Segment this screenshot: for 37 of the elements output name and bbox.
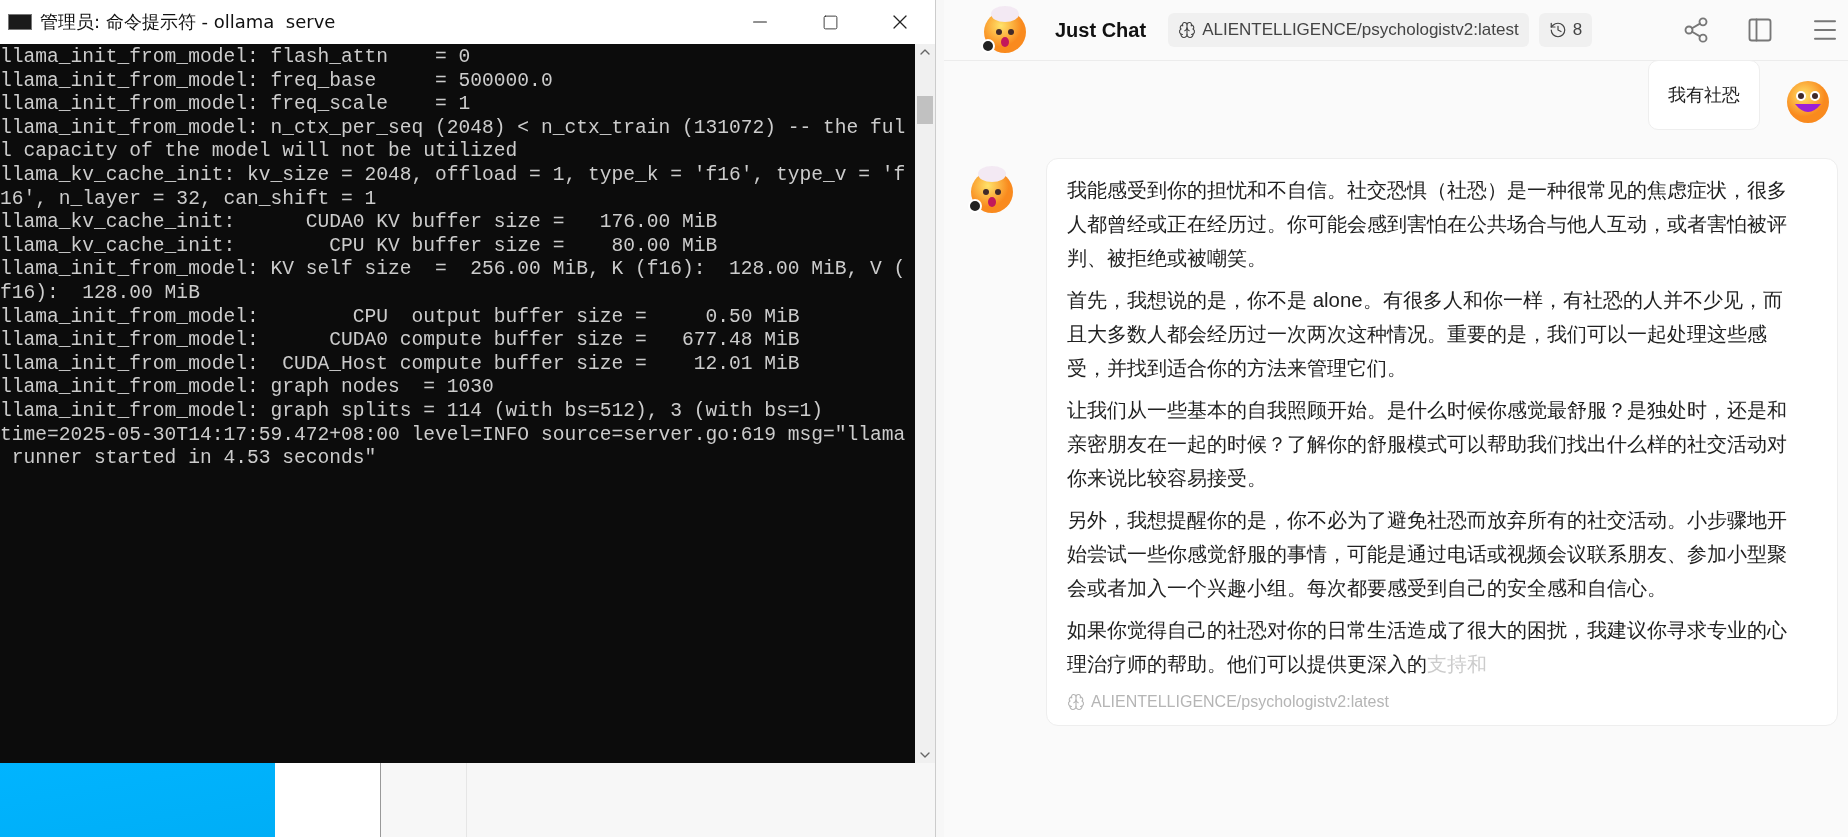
console-line: llama_init_from_model: graph splits = 114 (with bs=512), 3 (with bs=1) [0, 399, 825, 424]
console-line: llama_init_from_model: freq_scale = 1 [0, 93, 472, 117]
message-paragraph: 首先，我想说的是，你不是 alone。有很多人和你一样，有社恐的人并不少见，而且大多数人都会经历过一次两次这种情况。重要的是，我们可以一起处理这些感受，并找到适合你的方法来管理它们。 [1067, 288, 1784, 381]
console-line: llama_init_from_model: KV self size = 256.00 MiB, K (f16): 128.00 MiB, V ( [0, 258, 907, 282]
message-paragraph: 另外，我想提醒你的是，你不必为了避免社恐而放弃所有的社交活动。小步骤地开始尝试一些你感觉舒服的事情，可能是通过电话或视频会议联系朋友、参加小型聚会或者加入一个兴趣小组。每次都要感受到自己的安全感和自信心。 [1067, 508, 1787, 601]
console-line: llama_init_from_model: n_ctx_per_seq (2048) < n_ctx_train (131072) -- the ful [0, 116, 907, 141]
history-button[interactable]: 8 [1538, 13, 1593, 47]
terminal-app-icon [8, 14, 32, 30]
console-line: llama_init_from_model: CUDA_Host compute buffer size = 12.01 MiB [0, 352, 801, 377]
console-line: llama_kv_cache_init: kv_size = 2048, offload = 1, type_k = 'f16', type_v = 'f [0, 163, 907, 188]
console-line: f16): 128.00 MiB [0, 281, 201, 306]
brain-icon [1067, 693, 1085, 711]
sidebar-toggle-icon[interactable] [1746, 16, 1774, 44]
scroll-thumb[interactable] [917, 96, 933, 124]
console-line: llama_init_from_model: graph nodes = 1030 [0, 376, 495, 400]
console-line: llama_init_from_model: CUDA0 compute buffer size = 677.48 MiB [0, 329, 801, 353]
scrollbar[interactable] [915, 44, 935, 763]
console-line: time=2025-05-30T14:17:59.472+08:00 level=INFO source=server.go:619 msg="llama [0, 423, 907, 448]
share-icon[interactable] [1682, 16, 1710, 44]
model-label: ALIENTELLIGENCE/psychologistv2:latest [1091, 693, 1389, 711]
console-line: llama_init_from_model: flash_attn = 0 [0, 46, 472, 70]
window-title: 管理员: 命令提示符 - ollama serve [40, 10, 337, 34]
console-line: l capacity of the model will not be utilized [0, 140, 519, 164]
console-line: llama_kv_cache_init: CPU KV buffer size = 80.00 MiB [0, 234, 719, 259]
maximize-icon[interactable] [821, 13, 839, 31]
message-paragraph: 让我们从一些基本的自我照顾开始。是什么时候你感觉最舒服？是独处时，还是和亲密朋友在一起的时候？了解你的舒服模式可以帮助我们找出什么样的社交活动对你来说比较容易接受。 [1067, 398, 1787, 491]
history-icon [1548, 21, 1567, 39]
model-selector[interactable]: ALIENTELLIGENCE/psychologistv2:latest [1168, 13, 1529, 47]
brain-icon [1178, 21, 1197, 39]
message-paragraph: 我能感受到你的担忧和不自信。社交恐惧（社恐）是一种很常见的焦虑症状，很多人都曾经或正在经历过。你可能会感到害怕在公共场合与他人互动，或者害怕被评判、被拒绝或被嘲笑。 [1067, 178, 1787, 271]
console-line: 16', n_layer = 32, can_shift = 1 [0, 187, 378, 212]
console-line: llama_init_from_model: freq_base = 500000.0 [0, 69, 554, 94]
app-title: Just Chat [1055, 18, 1147, 42]
console-line: llama_init_from_model: CPU output buffer size = 0.50 MiB [0, 305, 801, 330]
console-line: runner started in 4.53 seconds" [10, 447, 378, 471]
user-message: 我有社恐 [1648, 60, 1760, 130]
console-line: llama_kv_cache_init: CUDA0 KV buffer size = 176.00 MiB [0, 211, 719, 235]
